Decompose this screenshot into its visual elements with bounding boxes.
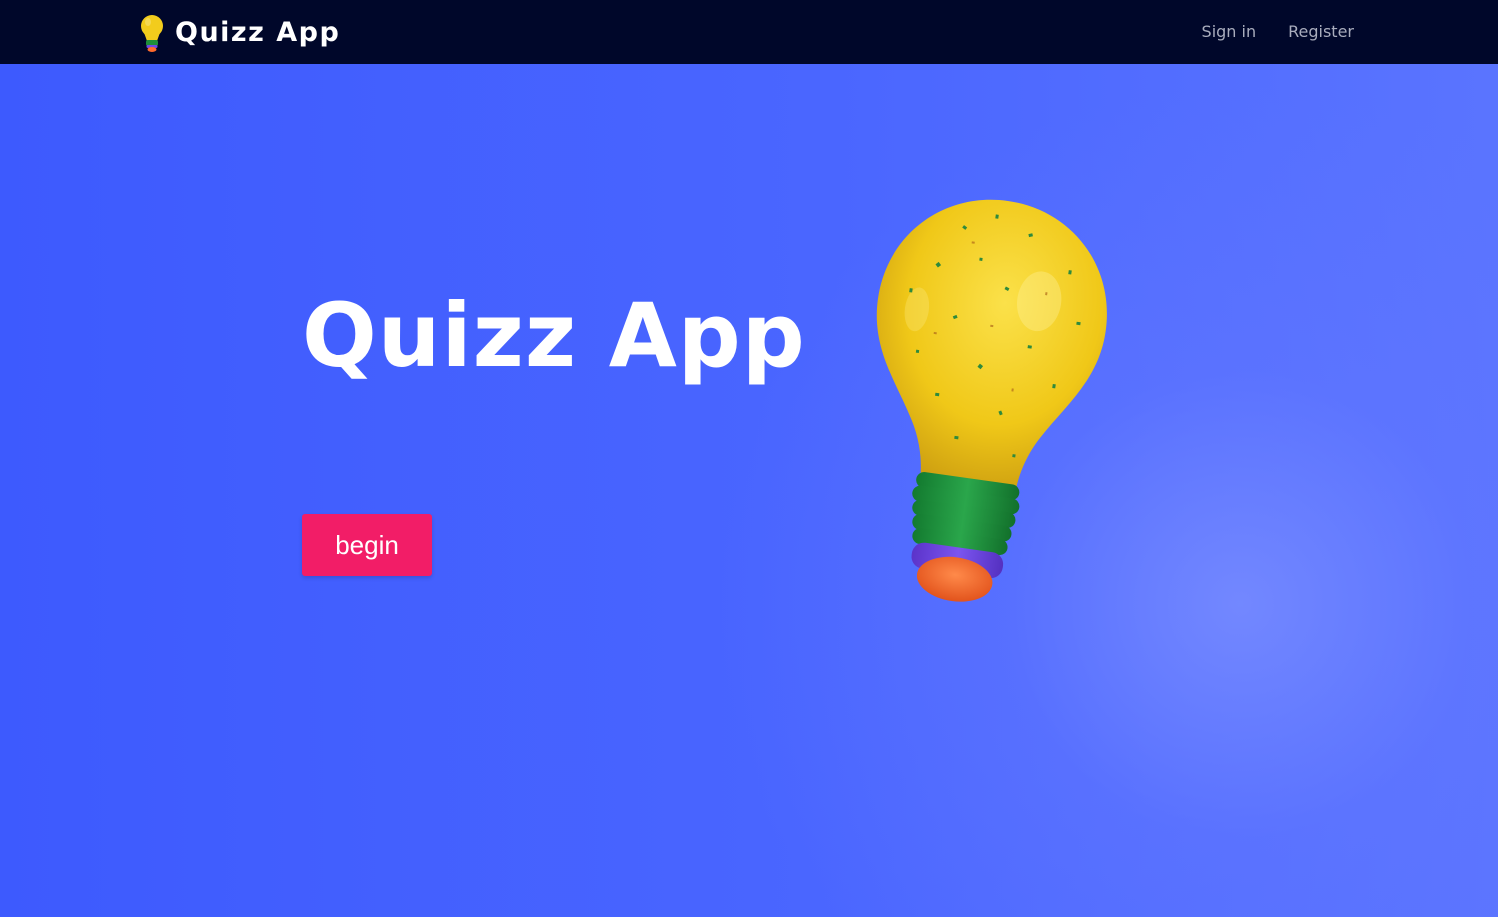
sign-in-link[interactable]: Sign in (1202, 22, 1257, 42)
hero-section: Quizz App begin (0, 64, 1498, 917)
begin-button[interactable]: begin (302, 514, 432, 576)
brand-link[interactable]: Quizz App (137, 14, 340, 52)
navbar: Quizz App Sign in Register (0, 0, 1498, 64)
hero-title: Quizz App (302, 284, 806, 387)
register-link[interactable]: Register (1288, 22, 1354, 42)
lightbulb-icon (141, 15, 163, 52)
lightbulb-illustration (876, 199, 1107, 602)
brand-title: Quizz App (175, 17, 341, 48)
nav-links: Sign in Register (1202, 22, 1354, 42)
